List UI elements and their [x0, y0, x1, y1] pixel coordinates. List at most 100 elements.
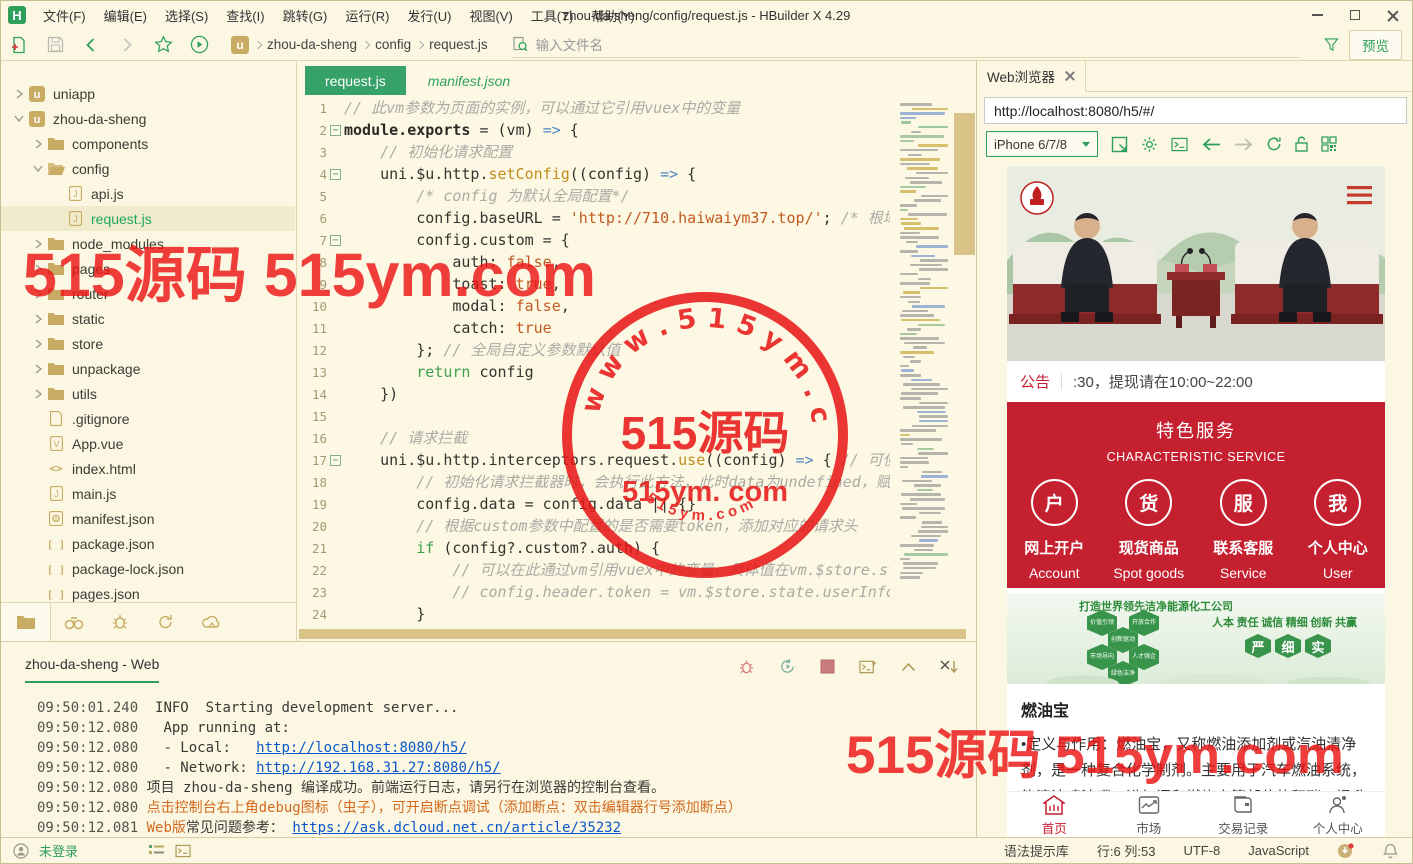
tree-expanded-icon[interactable]	[30, 165, 46, 172]
menu-item-3[interactable]: 查找(I)	[217, 1, 273, 29]
minimap-scrollbar[interactable]	[954, 113, 975, 255]
log-link[interactable]: http://192.168.31.27:8080/h5/	[256, 760, 500, 776]
menu-item-0[interactable]: 文件(F)	[34, 1, 95, 29]
line-number[interactable]: 19	[297, 493, 327, 515]
tree-item-config[interactable]: config	[1, 156, 295, 181]
line-number[interactable]: 24	[297, 603, 327, 625]
favorite-button[interactable]	[145, 30, 181, 60]
service-item-service[interactable]: 服联系客服Service	[1196, 479, 1291, 581]
breadcrumb-item-0[interactable]: zhou-da-sheng	[267, 37, 357, 52]
menu-item-4[interactable]: 跳转(G)	[274, 1, 337, 29]
tree-item-request.js[interactable]: Jrequest.js	[1, 206, 295, 231]
fold-collapse-icon[interactable]	[330, 235, 341, 246]
phone-tab-records[interactable]: 交易记录	[1196, 792, 1291, 839]
tab-manifest-json[interactable]: manifest.json	[408, 66, 530, 95]
console-output[interactable]: 09:50:01.240 INFO Starting development s…	[1, 698, 976, 837]
fold-icon[interactable]	[327, 119, 344, 141]
tree-item-manifest.json[interactable]: manifest.json	[1, 506, 295, 531]
service-item-user[interactable]: 我个人中心User	[1291, 479, 1386, 581]
breadcrumb-item-2[interactable]: request.js	[429, 37, 488, 52]
filter-button[interactable]	[1313, 30, 1349, 60]
menu-item-5[interactable]: 运行(R)	[336, 1, 398, 29]
search-tab[interactable]	[51, 603, 97, 641]
tree-collapsed-icon[interactable]	[30, 239, 46, 249]
console-tab[interactable]: zhou-da-sheng - Web	[25, 656, 159, 683]
tree-collapsed-icon[interactable]	[30, 264, 46, 274]
clear-icon[interactable]	[940, 660, 958, 674]
minimize-button[interactable]	[1298, 1, 1336, 29]
tab-close-icon[interactable]	[1065, 71, 1075, 81]
terminal-icon[interactable]	[175, 844, 192, 858]
fold-collapse-icon[interactable]	[330, 125, 341, 136]
tree-collapsed-icon[interactable]	[30, 139, 46, 149]
line-number[interactable]: 13	[297, 361, 327, 383]
line-number[interactable]: 6	[297, 207, 327, 229]
tree-item-components[interactable]: components	[1, 131, 295, 156]
save-button[interactable]	[37, 30, 73, 60]
forward-button[interactable]	[109, 30, 145, 60]
phone-tab-home[interactable]: 首页	[1007, 792, 1102, 839]
line-number[interactable]: 14	[297, 383, 327, 405]
menu-item-1[interactable]: 编辑(E)	[95, 1, 156, 29]
settings-icon[interactable]	[1141, 136, 1158, 153]
nav-forward-icon[interactable]	[1234, 138, 1253, 151]
tree-item-unpackage[interactable]: unpackage	[1, 356, 295, 381]
line-number[interactable]: 9	[297, 273, 327, 295]
line-number[interactable]: 18	[297, 471, 327, 493]
qrcode-icon[interactable]	[1321, 136, 1337, 152]
tree-expanded-icon[interactable]	[11, 115, 27, 122]
line-number[interactable]: 5	[297, 185, 327, 207]
login-status[interactable]: 未登录	[39, 841, 78, 860]
tree-collapsed-icon[interactable]	[11, 89, 27, 99]
tree-item-node_modules[interactable]: node_modules	[1, 231, 295, 256]
announcement-bar[interactable]: 公告 :30，提现请在10:00~22:00	[1007, 361, 1385, 402]
menu-item-7[interactable]: 视图(V)	[460, 1, 521, 29]
terminal-add-icon[interactable]	[859, 659, 877, 675]
file-search-box[interactable]: 输入文件名	[512, 32, 1299, 58]
fold-collapse-icon[interactable]	[330, 169, 341, 180]
fold-icon[interactable]	[327, 229, 344, 251]
tree-item-utils[interactable]: utils	[1, 381, 295, 406]
open-external-icon[interactable]	[1111, 136, 1128, 153]
log-link[interactable]: http://localhost:8080/h5/	[256, 740, 467, 756]
line-number[interactable]: 17	[297, 449, 327, 471]
debug-icon[interactable]	[738, 659, 755, 675]
tree-item-static[interactable]: static	[1, 306, 295, 331]
service-item-account[interactable]: 户网上开户Account	[1007, 479, 1102, 581]
line-number[interactable]: 16	[297, 427, 327, 449]
line-number[interactable]: 12	[297, 339, 327, 361]
banner-image[interactable]	[1007, 166, 1385, 361]
line-number[interactable]: 7	[297, 229, 327, 251]
company-banner[interactable]: 打造世界领先洁净能源化工公司 价值引领开放合作创新驱动市场导向人才强企绿色洁净 …	[1007, 594, 1385, 684]
back-button[interactable]	[73, 30, 109, 60]
debug-tab[interactable]	[97, 603, 143, 641]
tree-item-api.js[interactable]: Japi.js	[1, 181, 295, 206]
tree-item-package-lock.json[interactable]: [ ]package-lock.json	[1, 556, 295, 581]
project-explorer-tab[interactable]	[1, 603, 51, 641]
web-browser-tab[interactable]: Web浏览器	[977, 61, 1086, 92]
maximize-button[interactable]	[1336, 1, 1374, 29]
tree-item-.gitignore[interactable]: .gitignore	[1, 406, 295, 431]
status-item-0[interactable]: 语法提示库	[1004, 841, 1069, 860]
line-number[interactable]: 8	[297, 251, 327, 273]
tree-collapsed-icon[interactable]	[30, 314, 46, 324]
status-item-3[interactable]: JavaScript	[1248, 843, 1309, 858]
breadcrumb-item-1[interactable]: config	[375, 37, 411, 52]
tree-item-store[interactable]: store	[1, 331, 295, 356]
fold-icon[interactable]	[327, 449, 344, 471]
cloud-tab[interactable]	[189, 603, 235, 641]
line-number[interactable]: 1	[297, 97, 327, 119]
log-link[interactable]: https://ask.dcloud.net.cn/article/35232	[292, 820, 621, 836]
tree-item-uniapp[interactable]: uuniapp	[1, 81, 295, 106]
tree-item-pages.json[interactable]: [ ]pages.json	[1, 581, 295, 602]
line-number[interactable]: 21	[297, 537, 327, 559]
status-item-1[interactable]: 行:6 列:53	[1097, 841, 1156, 860]
line-number[interactable]: 3	[297, 141, 327, 163]
refresh-icon[interactable]	[1266, 136, 1282, 152]
phone-tab-user[interactable]: 个人中心	[1291, 792, 1386, 839]
status-item-2[interactable]: UTF-8	[1183, 843, 1220, 858]
line-number[interactable]: 4	[297, 163, 327, 185]
line-number[interactable]: 10	[297, 295, 327, 317]
tree-item-zhou-da-sheng[interactable]: uzhou-da-sheng	[1, 106, 295, 131]
fold-icon[interactable]	[327, 163, 344, 185]
